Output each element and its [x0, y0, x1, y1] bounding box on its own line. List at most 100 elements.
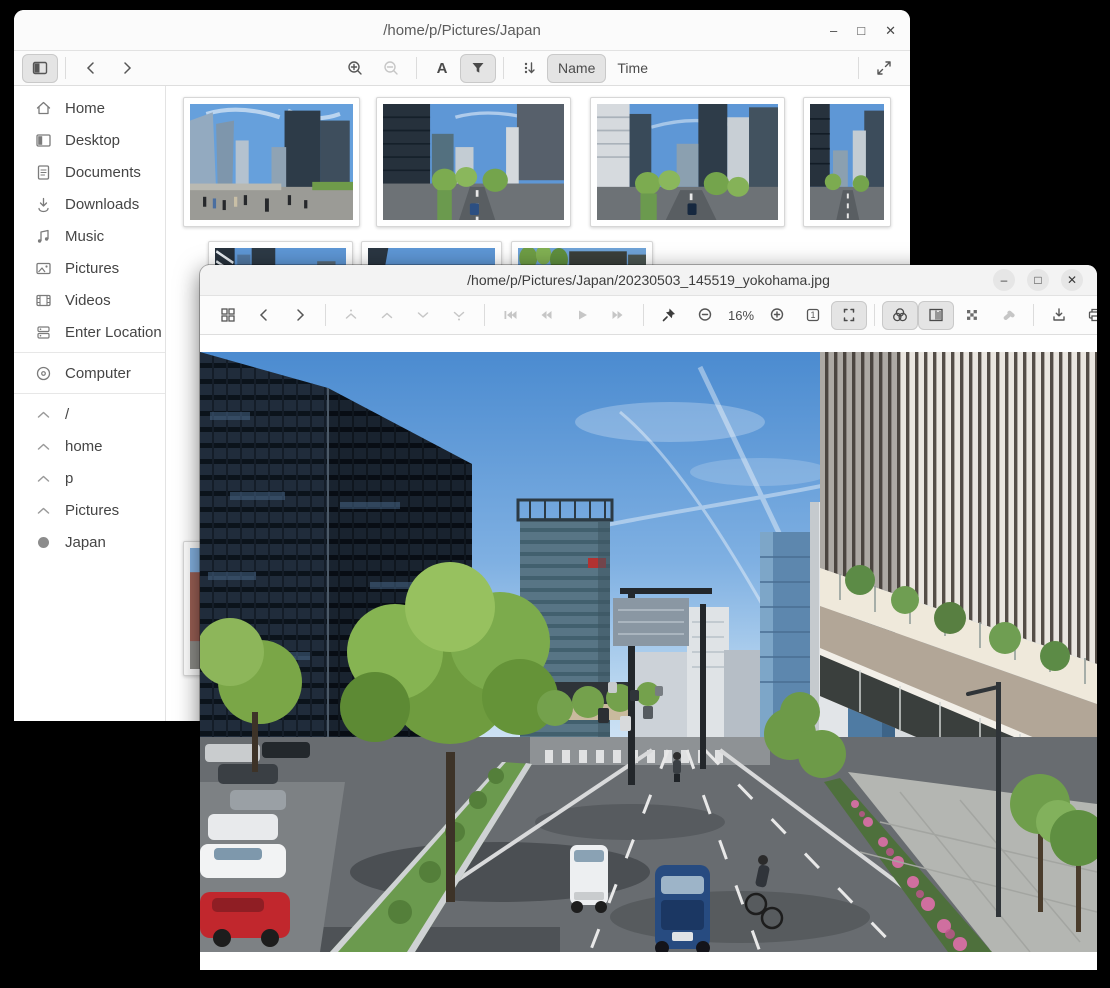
browser-view-button[interactable] [210, 301, 246, 330]
go-down-button[interactable] [405, 301, 441, 330]
sidebar-item-desktop[interactable]: Desktop [14, 124, 165, 156]
back-icon [255, 306, 273, 324]
tree-item-p[interactable]: p [14, 462, 165, 494]
heal-brush-icon [999, 306, 1017, 324]
sort-by-time-button[interactable]: Time [606, 54, 659, 83]
pin-button[interactable] [651, 301, 687, 330]
sort-order-button[interactable] [511, 54, 547, 83]
sort-by-name-button[interactable]: Name [547, 54, 606, 83]
previous-frame-icon [537, 306, 555, 324]
thumbnail-item[interactable] [590, 97, 785, 227]
sort-order-icon [520, 59, 538, 77]
computer-icon [35, 365, 52, 382]
forward-button[interactable] [282, 301, 318, 330]
tree-item-label: / [65, 406, 69, 423]
next-frame-icon [609, 306, 627, 324]
transparency-button[interactable] [954, 301, 990, 330]
home-icon [35, 100, 52, 117]
sidebar: Home Desktop Documents Downloads Music P… [14, 86, 166, 721]
sidebar-item-videos[interactable]: Videos [14, 284, 165, 316]
go-last-down-button[interactable] [441, 301, 477, 330]
tree-item-root[interactable]: / [14, 398, 165, 430]
maximize-button[interactable]: □ [857, 24, 865, 37]
thumbnail-image [597, 104, 778, 220]
sidebar-item-downloads[interactable]: Downloads [14, 188, 165, 220]
tree-item-label: p [65, 470, 73, 487]
zoom-in-button[interactable] [337, 54, 373, 83]
chevron-up-icon [35, 438, 52, 455]
sidebar-item-label: Documents [65, 164, 141, 181]
sidebar-item-label: Home [65, 100, 105, 117]
fit-to-window-icon [840, 306, 858, 324]
thumbnail-item[interactable] [376, 97, 571, 227]
back-icon [82, 59, 100, 77]
close-button[interactable]: ✕ [885, 24, 896, 37]
next-frame-button[interactable] [600, 301, 636, 330]
last-down-icon [450, 306, 468, 324]
close-button[interactable]: ✕ [1061, 269, 1083, 291]
fullscreen-button[interactable] [866, 54, 902, 83]
tree-item-label: home [65, 438, 103, 455]
play-icon [573, 306, 591, 324]
zoom-out-button[interactable] [373, 54, 409, 83]
fit-to-window-button[interactable] [831, 301, 867, 330]
first-frame-icon [501, 306, 519, 324]
go-up-button[interactable] [369, 301, 405, 330]
toolbar-separator [858, 57, 859, 79]
tree-item-japan-current[interactable]: Japan [14, 526, 165, 558]
print-button[interactable] [1077, 301, 1097, 330]
toolbar-separator [65, 57, 66, 79]
play-button[interactable] [564, 301, 600, 330]
sidebar-item-computer[interactable]: Computer [14, 357, 165, 389]
sidebar-item-label: Pictures [65, 260, 119, 277]
filter-button[interactable] [460, 54, 496, 83]
browser-grid-icon [219, 306, 237, 324]
desktop: { "file_manager": { "title": "/home/p/Pi… [0, 0, 1110, 988]
viewer-toolbar: 16% 1 [200, 296, 1097, 335]
maximize-button[interactable]: □ [1027, 269, 1049, 291]
sidebar-toggle-button[interactable] [22, 54, 58, 83]
sidebar-item-home[interactable]: Home [14, 92, 165, 124]
text-size-button[interactable]: A [424, 54, 460, 83]
sidebar-separator [14, 393, 165, 394]
sidebar-separator [14, 352, 165, 353]
desktop-icon [35, 132, 52, 149]
viewer-titlebar[interactable]: /home/p/Pictures/Japan/20230503_145519_y… [200, 265, 1097, 296]
back-button[interactable] [73, 54, 109, 83]
save-icon [1050, 306, 1068, 324]
go-first-up-button[interactable] [333, 301, 369, 330]
zoom-out-button[interactable] [687, 301, 723, 330]
zoom-in-button[interactable] [759, 301, 795, 330]
first-frame-button[interactable] [492, 301, 528, 330]
sidebar-item-label: Videos [65, 292, 111, 309]
toolbar-separator [416, 57, 417, 79]
save-button[interactable] [1041, 301, 1077, 330]
thumbnail-image [810, 104, 884, 220]
actual-size-icon: 1 [804, 306, 822, 324]
file-manager-titlebar[interactable]: /home/p/Pictures/Japan – □ ✕ [14, 10, 910, 51]
color-channels-button[interactable] [882, 301, 918, 330]
file-manager-window-controls: – □ ✕ [830, 10, 896, 50]
back-button[interactable] [246, 301, 282, 330]
tree-item-pictures[interactable]: Pictures [14, 494, 165, 526]
minimize-button[interactable]: – [993, 269, 1015, 291]
downloads-icon [35, 196, 52, 213]
actual-size-button[interactable]: 1 [795, 301, 831, 330]
minimize-button[interactable]: – [830, 24, 837, 37]
thumbnail-item[interactable] [803, 97, 891, 227]
zoom-out-icon [696, 306, 714, 324]
sidebar-item-music[interactable]: Music [14, 220, 165, 252]
toolbar-separator [643, 304, 644, 326]
tree-item-home[interactable]: home [14, 430, 165, 462]
sidebar-item-label: Downloads [65, 196, 139, 213]
documents-icon [35, 164, 52, 181]
thumbnail-item[interactable] [183, 97, 360, 227]
viewer-canvas[interactable] [200, 352, 1097, 952]
sidebar-item-documents[interactable]: Documents [14, 156, 165, 188]
sidebar-item-enter-location[interactable]: Enter Location [14, 316, 165, 348]
histogram-panel-button[interactable] [918, 301, 954, 330]
sidebar-item-pictures[interactable]: Pictures [14, 252, 165, 284]
previous-frame-button[interactable] [528, 301, 564, 330]
heal-brush-button[interactable] [990, 301, 1026, 330]
forward-button[interactable] [109, 54, 145, 83]
